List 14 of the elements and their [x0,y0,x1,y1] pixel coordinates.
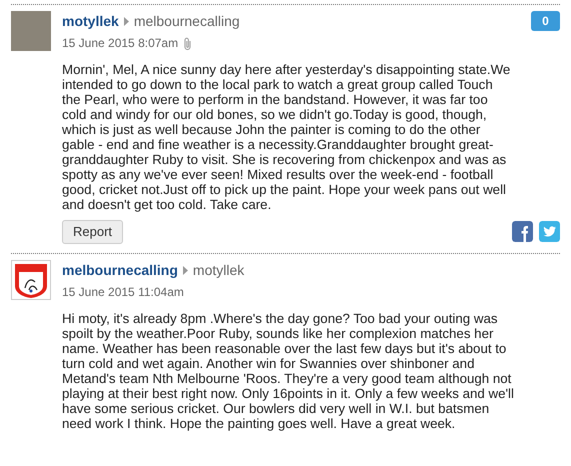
post-date: 15 June 2015 11:04am [62,284,184,300]
user-photo-placeholder [11,11,51,51]
post-date: 15 June 2015 8:07am [62,35,178,52]
post-text: Mornin', Mel, A nice sunny day here after yesterday's disappointing state.We intended to go down to the local park to watch a great group called Touch the Pearl, who were to perform in the bandstand. However, it was far too cold and windy for our old bones, so we didn't go.Today is good, though, which is just as well because John the painter is coming to do the other gable - end and fine weather is a necessity.Granddaughter brought great-granddaughter Ruby to visit. She is recovering from chickenpox and was as spotty as any we've ever seen! Mixed results over the week-end - football good, cricket not.Just off to pick up the paint. Hope your week pans out well and doesn't get too cold. Take care. [62,62,512,212]
caret-icon [182,266,188,274]
facebook-icon[interactable] [512,221,533,242]
author-link[interactable]: melbournecalling [62,260,178,280]
shield-logo-icon [11,260,51,300]
recipient-name: motyllek [192,260,244,280]
author-link[interactable]: motyllek [62,11,119,32]
recipient-name: melbournecalling [134,12,240,31]
post-text: Hi moty, it's already 8pm .Where's the day gone? Too bad your outing was spoilt by the weather.Poor Ruby, sounds like her complexion matches her name. Weather has been reasonable over the last few days but it's about to turn cold and wet again. Another win for Swannies over shinboner and Metand's team Nth Melbourne 'Roos. They're a very good team although not playing at their best right now. Only 16points in it. Only a few weeks and we'll have some serious cricket. Our bowlers did very well in W.I. but batsmen need work I think. Hope the painting goes well. Have a great week. [62,310,514,430]
caret-icon [124,17,129,26]
report-button[interactable]: Report [62,220,124,244]
